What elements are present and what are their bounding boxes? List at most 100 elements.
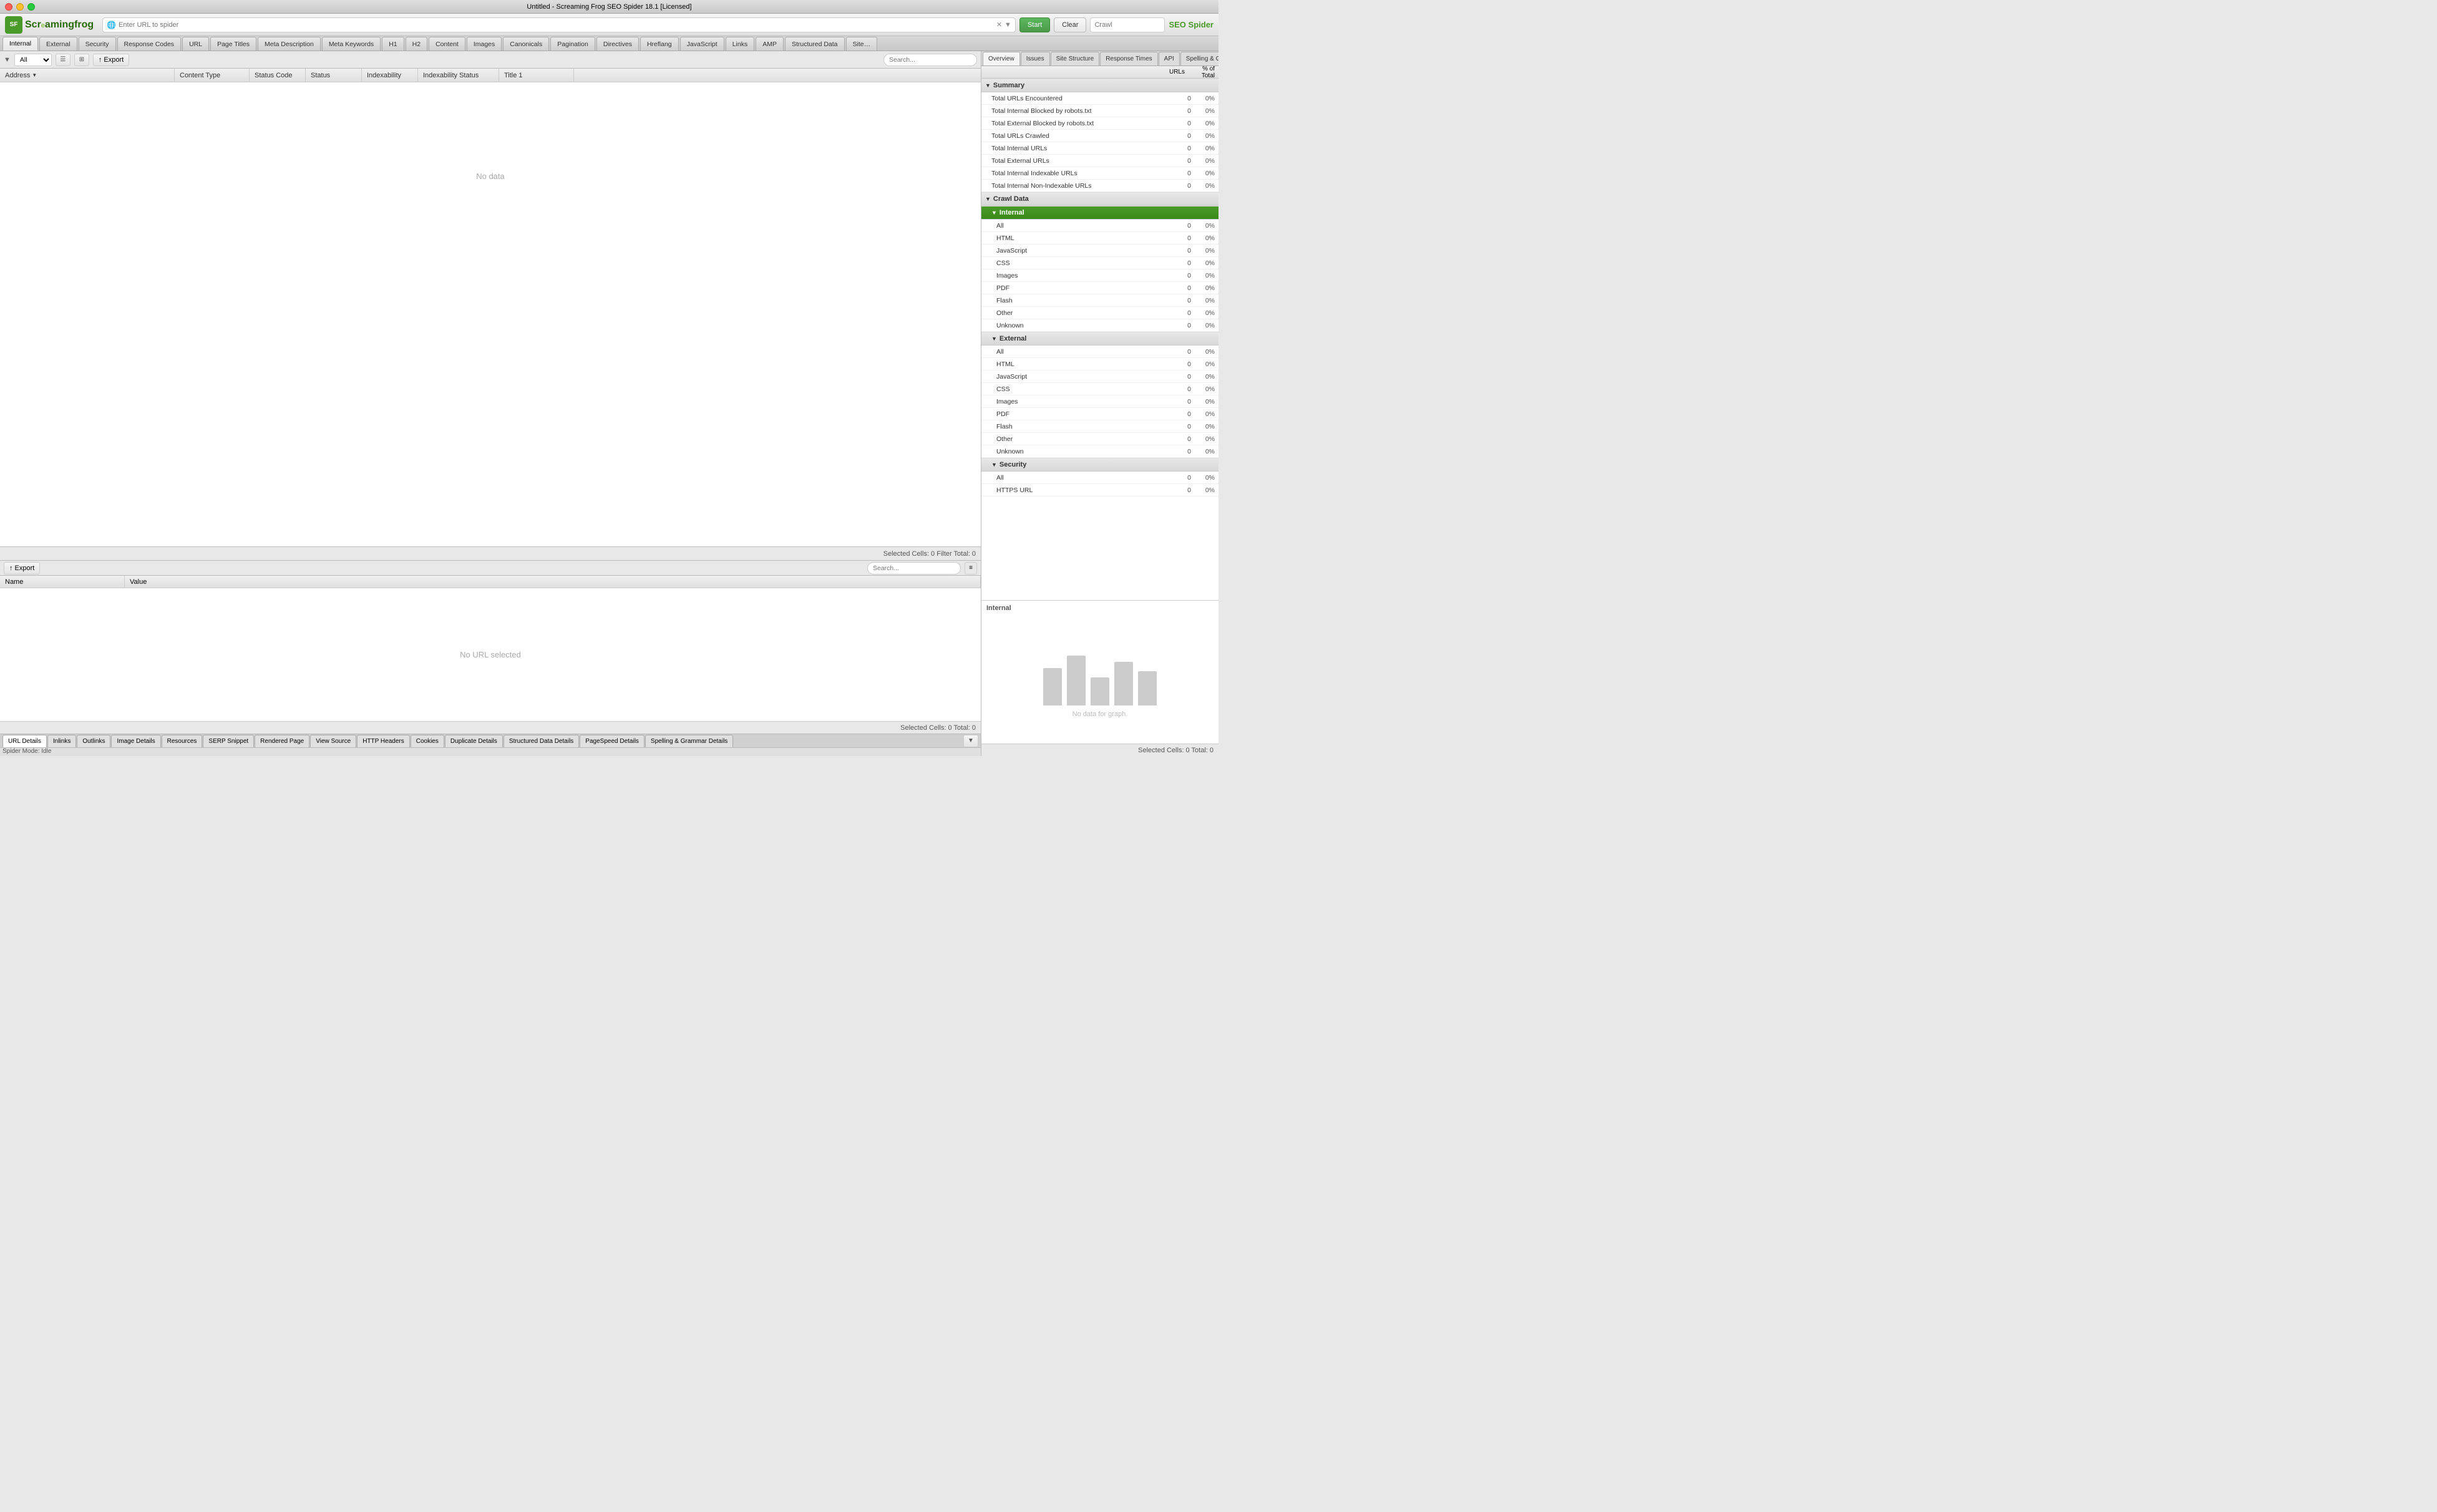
tab-amp[interactable]: AMP (756, 37, 784, 51)
right-tab-spelling-grammar[interactable]: Spelling & Grammar (1180, 52, 1218, 65)
security-https-row[interactable]: HTTPS URL 0 0% (981, 484, 1218, 497)
external-subsection-header[interactable]: ▼ External (981, 332, 1218, 346)
tab-canonicals[interactable]: Canonicals (503, 37, 549, 51)
row-total-external-urls[interactable]: Total External URLs 0 0% (981, 155, 1218, 167)
bottom-search-input[interactable] (867, 562, 961, 574)
external-images-row[interactable]: Images 0 0% (981, 395, 1218, 408)
bottom-tab-outlinks[interactable]: Outlinks (77, 735, 110, 747)
grid-view-button[interactable]: ⊞ (74, 54, 89, 66)
external-all-row[interactable]: All 0 0% (981, 346, 1218, 358)
close-button[interactable] (5, 3, 12, 11)
bottom-tab-serp-snippet[interactable]: SERP Snippet (203, 735, 254, 747)
external-pdf-row[interactable]: PDF 0 0% (981, 408, 1218, 420)
tab-security[interactable]: Security (79, 37, 116, 51)
internal-all-row[interactable]: All 0 0% (981, 220, 1218, 232)
url-clear-icon[interactable]: ✕ (996, 21, 1002, 29)
internal-other-row[interactable]: Other 0 0% (981, 307, 1218, 319)
internal-flash-row[interactable]: Flash 0 0% (981, 294, 1218, 307)
internal-pdf-row[interactable]: PDF 0 0% (981, 282, 1218, 294)
row-total-urls-crawled[interactable]: Total URLs Crawled 0 0% (981, 130, 1218, 142)
external-unknown-row[interactable]: Unknown 0 0% (981, 445, 1218, 458)
tab-javascript[interactable]: JavaScript (680, 37, 724, 51)
summary-section-header[interactable]: ▼ Summary (981, 79, 1218, 92)
bottom-tab-rendered-page[interactable]: Rendered Page (255, 735, 309, 747)
maximize-button[interactable] (27, 3, 35, 11)
right-tab-site-structure[interactable]: Site Structure (1051, 52, 1100, 65)
row-internal-blocked-robots[interactable]: Total Internal Blocked by robots.txt 0 0… (981, 105, 1218, 117)
tab-sitemaps[interactable]: Site… (846, 37, 878, 51)
row-total-internal-urls[interactable]: Total Internal URLs 0 0% (981, 142, 1218, 155)
clear-button[interactable]: Clear (1054, 17, 1086, 32)
bottom-tabs-dropdown[interactable]: ▼ (963, 735, 978, 747)
internal-unknown-row[interactable]: Unknown 0 0% (981, 319, 1218, 332)
col-header-status-code[interactable]: Status Code (250, 69, 306, 82)
url-dropdown-icon[interactable]: ▼ (1004, 21, 1011, 29)
tab-internal[interactable]: Internal (2, 37, 38, 51)
internal-javascript-row[interactable]: JavaScript 0 0% (981, 245, 1218, 257)
row-total-internal-indexable[interactable]: Total Internal Indexable URLs 0 0% (981, 167, 1218, 180)
right-tab-issues[interactable]: Issues (1021, 52, 1050, 65)
tab-directives[interactable]: Directives (596, 37, 639, 51)
bottom-tab-spelling-grammar-details[interactable]: Spelling & Grammar Details (645, 735, 733, 747)
col-header-address[interactable]: Address ▼ (0, 69, 175, 82)
tab-links[interactable]: Links (726, 37, 755, 51)
list-view-button[interactable]: ☰ (56, 54, 71, 66)
tab-response-codes[interactable]: Response Codes (117, 37, 182, 51)
bottom-tab-http-headers[interactable]: HTTP Headers (357, 735, 410, 747)
internal-css-row[interactable]: CSS 0 0% (981, 257, 1218, 269)
tab-h2[interactable]: H2 (406, 37, 427, 51)
tab-content[interactable]: Content (429, 37, 465, 51)
bottom-filter-options-button[interactable]: ≡ (965, 562, 977, 574)
external-flash-row[interactable]: Flash 0 0% (981, 420, 1218, 433)
bottom-tab-pagespeed-details[interactable]: PageSpeed Details (580, 735, 645, 747)
tab-external[interactable]: External (39, 37, 77, 51)
bottom-tab-duplicate-details[interactable]: Duplicate Details (445, 735, 503, 747)
col-header-content-type[interactable]: Content Type (175, 69, 250, 82)
start-button[interactable]: Start (1019, 17, 1050, 32)
col-header-indexability[interactable]: Indexability (362, 69, 418, 82)
right-tab-api[interactable]: API (1159, 52, 1180, 65)
row-external-blocked-robots[interactable]: Total External Blocked by robots.txt 0 0… (981, 117, 1218, 130)
internal-subsection-header[interactable]: ▼ Internal (981, 206, 1218, 220)
minimize-button[interactable] (16, 3, 24, 11)
col-header-title1[interactable]: Title 1 (499, 69, 574, 82)
tab-meta-description[interactable]: Meta Description (258, 37, 321, 51)
bottom-tab-image-details[interactable]: Image Details (111, 735, 160, 747)
bottom-tab-structured-data-details[interactable]: Structured Data Details (503, 735, 579, 747)
tab-meta-keywords[interactable]: Meta Keywords (322, 37, 381, 51)
bottom-col-value[interactable]: Value (125, 576, 981, 588)
tab-structured-data[interactable]: Structured Data (785, 37, 845, 51)
bottom-col-name[interactable]: Name (0, 576, 125, 588)
security-subsection-header[interactable]: ▼ Security (981, 458, 1218, 472)
security-all-row[interactable]: All 0 0% (981, 472, 1218, 484)
bottom-tab-url-details[interactable]: URL Details (2, 735, 47, 747)
export-button[interactable]: ↑ Export (93, 54, 129, 66)
internal-images-row[interactable]: Images 0 0% (981, 269, 1218, 282)
bottom-tab-view-source[interactable]: View Source (310, 735, 356, 747)
external-javascript-row[interactable]: JavaScript 0 0% (981, 371, 1218, 383)
tab-hreflang[interactable]: Hreflang (640, 37, 679, 51)
internal-html-row[interactable]: HTML 0 0% (981, 232, 1218, 245)
tab-pagination[interactable]: Pagination (550, 37, 595, 51)
crawl-data-section-header[interactable]: ▼ Crawl Data (981, 192, 1218, 206)
bottom-tab-cookies[interactable]: Cookies (411, 735, 444, 747)
tab-images[interactable]: Images (467, 37, 502, 51)
tab-page-titles[interactable]: Page Titles (210, 37, 256, 51)
right-tab-response-times[interactable]: Response Times (1100, 52, 1157, 65)
crawl-input[interactable] (1090, 17, 1165, 32)
url-input[interactable] (119, 21, 994, 29)
col-header-indexability-status[interactable]: Indexability Status (418, 69, 499, 82)
filter-select[interactable]: All (14, 54, 52, 66)
bottom-tab-resources[interactable]: Resources (162, 735, 203, 747)
bottom-tab-inlinks[interactable]: Inlinks (47, 735, 76, 747)
bottom-export-button[interactable]: ↑ Export (4, 562, 40, 574)
external-other-row[interactable]: Other 0 0% (981, 433, 1218, 445)
tab-h1[interactable]: H1 (382, 37, 404, 51)
search-input[interactable] (883, 54, 977, 66)
row-total-urls-encountered[interactable]: Total URLs Encountered 0 0% (981, 92, 1218, 105)
row-total-internal-non-indexable[interactable]: Total Internal Non-Indexable URLs 0 0% (981, 180, 1218, 192)
external-css-row[interactable]: CSS 0 0% (981, 383, 1218, 395)
right-tab-overview[interactable]: Overview (983, 52, 1020, 65)
col-header-status[interactable]: Status (306, 69, 362, 82)
tab-url[interactable]: URL (182, 37, 209, 51)
